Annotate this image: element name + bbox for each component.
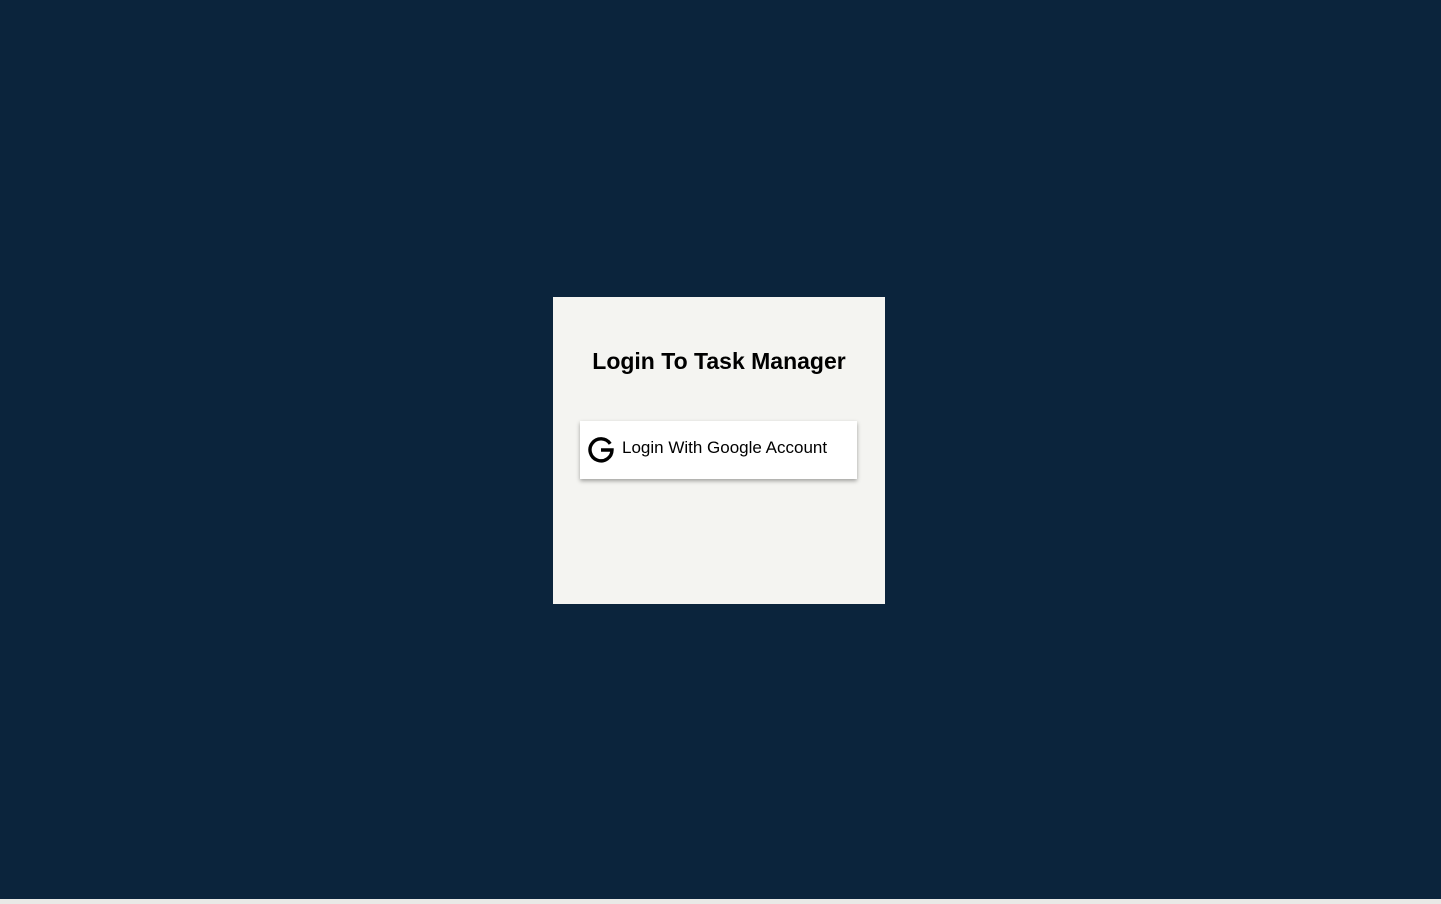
bottom-edge-strip <box>0 899 1441 904</box>
login-title: Login To Task Manager <box>592 348 846 374</box>
login-card: Login To Task Manager Login With Google … <box>553 297 885 604</box>
login-with-google-button[interactable]: Login With Google Account <box>580 421 857 479</box>
google-g-icon <box>588 437 614 463</box>
login-with-google-label: Login With Google Account <box>622 438 828 457</box>
login-page: { "page": { "background_color": "#0b243c… <box>0 0 1441 904</box>
